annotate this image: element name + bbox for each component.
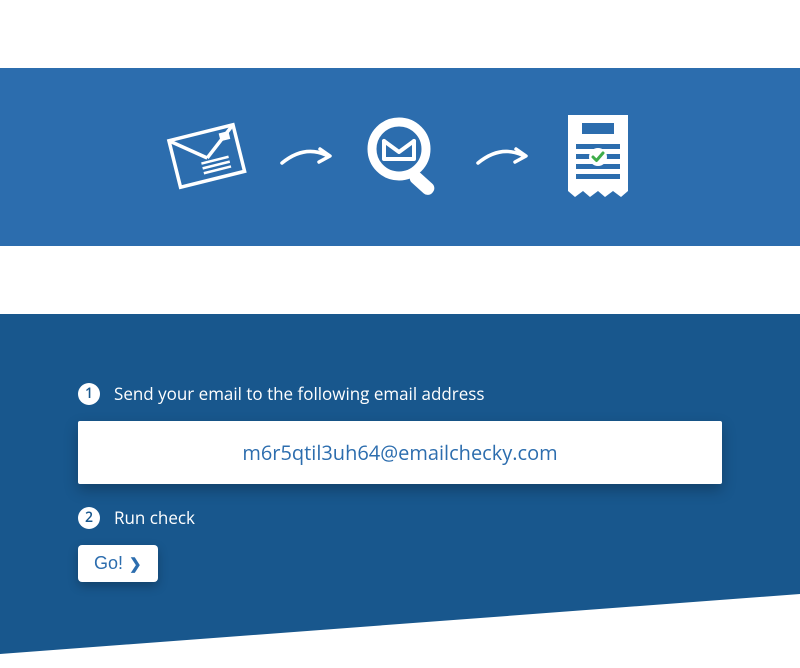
envelope-icon	[162, 116, 252, 198]
step-1-text: Send your email to the following email a…	[114, 382, 485, 405]
step-badge-2: 2	[78, 507, 100, 529]
go-button[interactable]: Go! ❯	[78, 545, 158, 582]
step-2: 2 Run check	[78, 506, 722, 529]
email-address-box[interactable]: m6r5qtil3uh64@emailchecky.com	[78, 421, 722, 484]
go-button-label: Go!	[94, 553, 123, 574]
chevron-right-icon: ❯	[129, 555, 142, 573]
step-1: 1 Send your email to the following email…	[78, 382, 722, 405]
hero-banner	[0, 68, 800, 246]
steps-panel: 1 Send your email to the following email…	[0, 314, 800, 668]
step-badge-1: 1	[78, 383, 100, 405]
search-mail-icon	[362, 114, 448, 200]
report-icon	[558, 111, 638, 203]
arrow-icon	[476, 143, 530, 171]
step-2-text: Run check	[114, 506, 195, 529]
arrow-icon	[280, 143, 334, 171]
